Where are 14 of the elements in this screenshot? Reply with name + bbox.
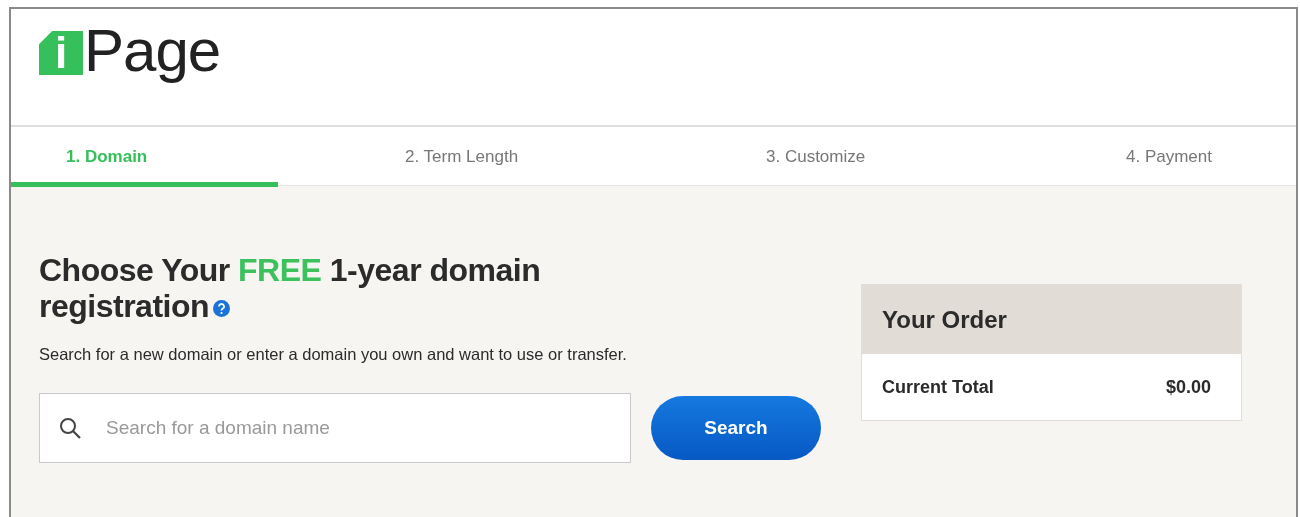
total-value: $0.00 xyxy=(1165,376,1211,399)
step-tab[interactable]: 1. Domain xyxy=(11,127,350,186)
page-heading: Choose Your FREE 1-year domain registration xyxy=(39,252,542,324)
description-text: Search for a new domain or enter a domain you own and want to use or transfer. xyxy=(39,344,628,365)
logo-text: Page xyxy=(84,21,221,81)
step-tab[interactable]: 2. Term Length xyxy=(350,127,711,186)
order-title: Your Order xyxy=(862,285,1241,354)
step-tab[interactable]: 4. Payment xyxy=(1071,127,1296,186)
logo-mark: i xyxy=(39,31,83,75)
total-label: Current Total xyxy=(882,376,994,399)
search-field[interactable]: Search for a domain name xyxy=(39,392,631,463)
search-button[interactable]: Search xyxy=(651,395,821,460)
step-tab[interactable]: 3. Customize xyxy=(711,127,1071,186)
help-icon[interactable] xyxy=(213,300,231,318)
